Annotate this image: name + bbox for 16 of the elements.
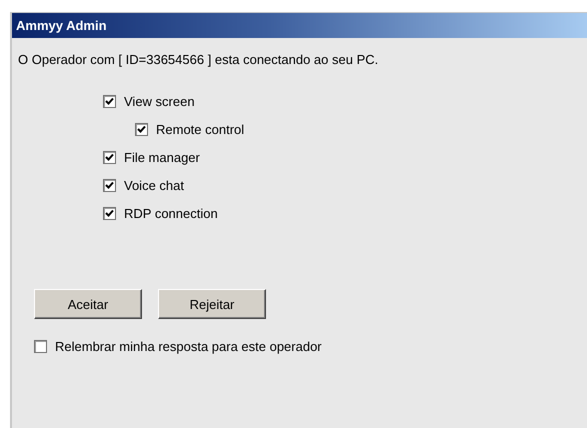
checkbox[interactable] xyxy=(103,95,116,108)
checkbox[interactable] xyxy=(34,340,47,353)
checkbox-label: Voice chat xyxy=(124,178,184,193)
window-title: Ammyy Admin xyxy=(12,13,587,38)
checkbox-label: Relembrar minha resposta para este operador xyxy=(55,339,322,354)
reject-button[interactable]: Rejeitar xyxy=(158,289,266,319)
checkbox-label: File manager xyxy=(124,150,200,165)
checkbox-label: RDP connection xyxy=(124,206,218,221)
checkbox[interactable] xyxy=(103,179,116,192)
checkbox[interactable] xyxy=(135,123,148,136)
checkbox[interactable] xyxy=(103,207,116,220)
checkbox-label: View screen xyxy=(124,94,195,109)
connection-message: O Operador com [ ID=33654566 ] esta conectando ao seu PC. xyxy=(18,52,380,67)
checkbox[interactable] xyxy=(103,151,116,164)
checkbox-label: Remote control xyxy=(156,122,244,137)
accept-button[interactable]: Aceitar xyxy=(34,289,142,319)
